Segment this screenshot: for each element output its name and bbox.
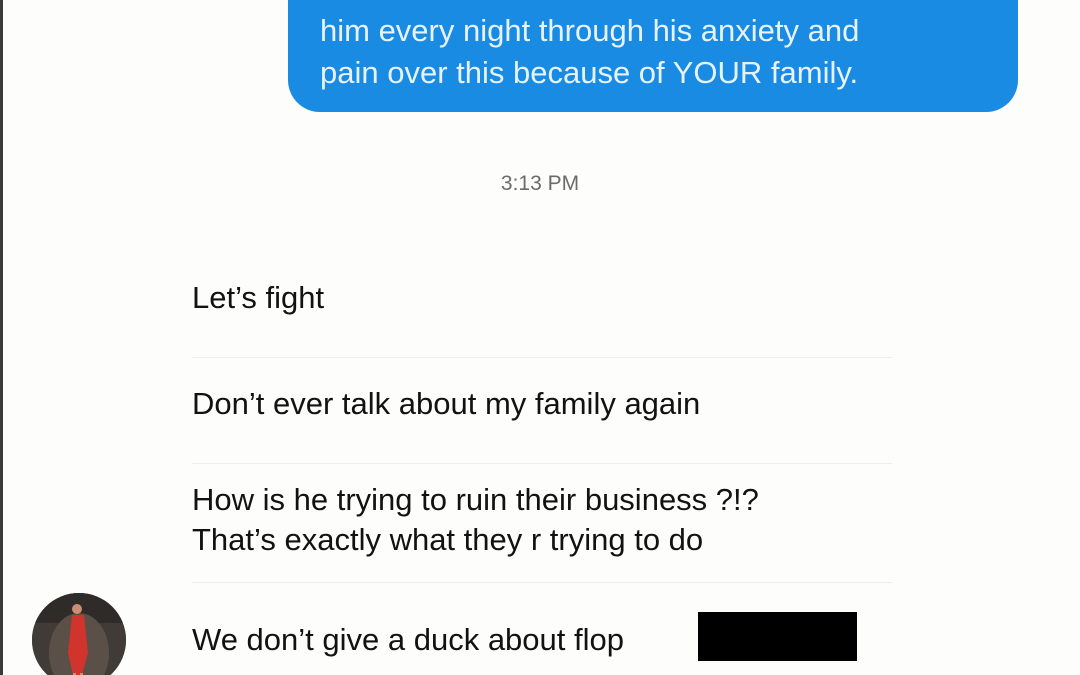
- received-message[interactable]: Let’s fight: [192, 278, 324, 318]
- received-message[interactable]: How is he trying to ruin their business …: [192, 480, 759, 560]
- sent-message-line: him every night through his anxiety and: [320, 13, 860, 48]
- redaction-box: [698, 612, 857, 661]
- message-divider: [192, 582, 892, 583]
- sent-message-line: pain over this because of YOUR family.: [320, 55, 859, 90]
- received-message-line: That’s exactly what they r trying to do: [192, 522, 704, 557]
- sent-message-bubble[interactable]: him every night through his anxiety and …: [288, 0, 1018, 112]
- avatar-photo-icon: [32, 593, 126, 675]
- message-divider: [192, 357, 892, 358]
- received-message[interactable]: Don’t ever talk about my family again: [192, 384, 700, 424]
- message-timestamp: 3:13 PM: [500, 172, 580, 195]
- received-message-line: How is he trying to ruin their business …: [192, 482, 759, 517]
- received-message[interactable]: We don’t give a duck about flop: [192, 620, 624, 660]
- window-edge: [0, 0, 3, 675]
- received-message-line: We don’t give a duck about flop: [192, 622, 624, 657]
- received-message-line: Don’t ever talk about my family again: [192, 386, 701, 421]
- message-divider: [192, 463, 892, 464]
- received-message-line: Let’s fight: [192, 280, 325, 315]
- avatar[interactable]: [32, 593, 126, 675]
- conversation-view: him every night through his anxiety and …: [0, 0, 1080, 675]
